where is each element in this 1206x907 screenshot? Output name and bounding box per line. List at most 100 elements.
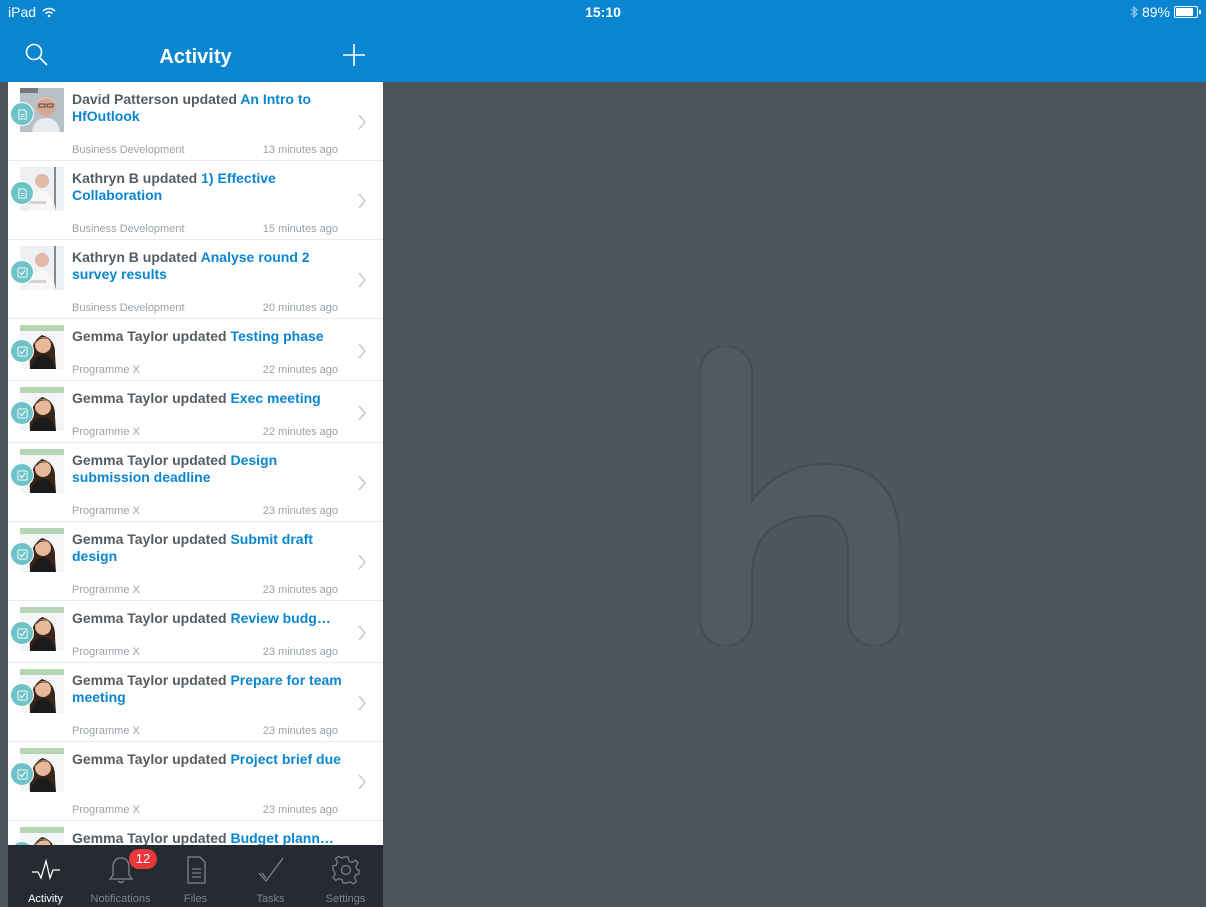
activity-summary: Gemma Taylor updated Review budg…	[72, 610, 350, 627]
activity-row[interactable]: Gemma Taylor updated Budget plann…	[8, 821, 383, 845]
action-verb: updated	[172, 830, 227, 845]
tab-tasks[interactable]: Tasks	[233, 845, 308, 907]
activity-type-badge	[10, 463, 34, 487]
chevron-right-icon	[358, 475, 366, 491]
activity-row[interactable]: Gemma Taylor updated Prepare for team me…	[8, 663, 383, 742]
task-check-icon	[16, 627, 28, 639]
app-logo	[700, 346, 900, 646]
group-name: Programme X	[72, 646, 140, 658]
timestamp: 23 minutes ago	[262, 804, 338, 816]
activity-summary: Kathryn B updated Analyse round 2 survey…	[72, 249, 350, 283]
activity-type-badge	[10, 762, 34, 786]
actor-name: Kathryn B	[72, 249, 139, 265]
activity-row[interactable]: Kathryn B updated Analyse round 2 survey…	[8, 240, 383, 319]
actor-name: Gemma Taylor	[72, 452, 169, 468]
activity-meta: Programme X 23 minutes ago	[72, 584, 338, 596]
activity-summary: David Patterson updated An Intro to HfOu…	[72, 91, 350, 125]
actor-name: Gemma Taylor	[72, 751, 169, 767]
item-link[interactable]: Review budg…	[230, 610, 330, 626]
item-link[interactable]: Project brief due	[230, 751, 340, 767]
tab-activity[interactable]: Activity	[8, 845, 83, 907]
group-name: Programme X	[72, 505, 140, 517]
actor-name: Gemma Taylor	[72, 830, 169, 845]
file-icon	[186, 856, 206, 884]
group-name: Business Development	[72, 302, 185, 314]
group-name: Programme X	[72, 725, 140, 737]
activity-meta: Programme X 23 minutes ago	[72, 646, 338, 658]
item-link[interactable]: Budget plann…	[230, 830, 333, 845]
activity-type-badge	[10, 339, 34, 363]
task-check-icon	[16, 689, 28, 701]
activity-summary: Gemma Taylor updated Design submission d…	[72, 452, 350, 486]
actor-name: Gemma Taylor	[72, 531, 169, 547]
activity-row[interactable]: Gemma Taylor updated Testing phase Progra…	[8, 319, 383, 381]
battery-percent: 89%	[1141, 4, 1170, 20]
checkmark-icon	[258, 857, 284, 883]
action-verb: updated	[172, 390, 227, 406]
document-icon	[17, 187, 27, 199]
tab-label: Activity	[28, 893, 63, 905]
tab-label: Tasks	[256, 893, 285, 905]
group-name: Programme X	[72, 804, 140, 816]
activity-row[interactable]: David Patterson updated An Intro to HfOu…	[8, 82, 383, 161]
action-verb: updated	[172, 751, 227, 767]
activity-row[interactable]: Gemma Taylor updated Review budg… Program…	[8, 601, 383, 663]
timestamp: 23 minutes ago	[262, 646, 338, 658]
activity-row[interactable]: Gemma Taylor updated Project brief due Pr…	[8, 742, 383, 821]
group-name: Business Development	[72, 223, 185, 235]
activity-row[interactable]: Gemma Taylor updated Design submission d…	[8, 443, 383, 522]
activity-meta: Business Development 13 minutes ago	[72, 144, 338, 156]
timestamp: 13 minutes ago	[262, 144, 338, 156]
activity-list: David Patterson updated An Intro to HfOu…	[8, 82, 383, 845]
activity-meta: Programme X 23 minutes ago	[72, 725, 338, 737]
actor-name: David Patterson	[72, 91, 179, 107]
action-verb: updated	[172, 610, 227, 626]
activity-summary: Gemma Taylor updated Budget plann…	[72, 830, 350, 845]
tab-label: Settings	[325, 893, 366, 905]
activity-row[interactable]: Gemma Taylor updated Submit draft design…	[8, 522, 383, 601]
actor-name: Gemma Taylor	[72, 672, 169, 688]
group-name: Programme X	[72, 426, 140, 438]
activity-meta: Programme X 22 minutes ago	[72, 426, 338, 438]
activity-summary: Gemma Taylor updated Prepare for team me…	[72, 672, 350, 706]
activity-meta: Programme X 22 minutes ago	[72, 364, 338, 376]
chevron-right-icon	[358, 343, 366, 359]
timestamp: 23 minutes ago	[262, 505, 338, 517]
task-check-icon	[16, 345, 28, 357]
chevron-right-icon	[358, 774, 366, 790]
timestamp: 22 minutes ago	[262, 426, 338, 438]
activity-row[interactable]: Kathryn B updated 1) Effective Collabora…	[8, 161, 383, 240]
item-link[interactable]: Exec meeting	[230, 390, 320, 406]
activity-type-badge	[10, 683, 34, 707]
page-title: Activity	[159, 46, 232, 68]
task-check-icon	[16, 548, 28, 560]
add-icon[interactable]	[341, 42, 367, 68]
chevron-right-icon	[358, 114, 366, 130]
tab-notifications[interactable]: 12 Notifications	[83, 845, 158, 907]
gear-icon	[331, 855, 360, 885]
activity-summary: Gemma Taylor updated Exec meeting	[72, 390, 350, 407]
item-link[interactable]: Testing phase	[230, 328, 323, 344]
tab-settings[interactable]: Settings	[308, 845, 383, 907]
chevron-right-icon	[358, 625, 366, 641]
notification-count-badge: 12	[129, 849, 157, 869]
activity-meta: Business Development 15 minutes ago	[72, 223, 338, 235]
action-verb: updated	[182, 91, 237, 107]
document-icon	[17, 108, 27, 120]
action-verb: updated	[142, 249, 198, 265]
actor-name: Gemma Taylor	[72, 328, 169, 344]
activity-type-badge	[10, 260, 34, 284]
group-name: Programme X	[72, 364, 140, 376]
timestamp: 20 minutes ago	[262, 302, 338, 314]
chevron-right-icon	[358, 405, 366, 421]
activity-type-badge	[10, 401, 34, 425]
task-check-icon	[16, 407, 28, 419]
activity-meta: Business Development 20 minutes ago	[72, 302, 338, 314]
action-verb: updated	[172, 328, 227, 344]
activity-row[interactable]: Gemma Taylor updated Exec meeting Program…	[8, 381, 383, 443]
battery-icon	[1174, 6, 1201, 18]
activity-type-badge	[10, 102, 34, 126]
tab-files[interactable]: Files	[158, 845, 233, 907]
group-name: Business Development	[72, 144, 185, 156]
activity-summary: Gemma Taylor updated Submit draft design	[72, 531, 350, 565]
